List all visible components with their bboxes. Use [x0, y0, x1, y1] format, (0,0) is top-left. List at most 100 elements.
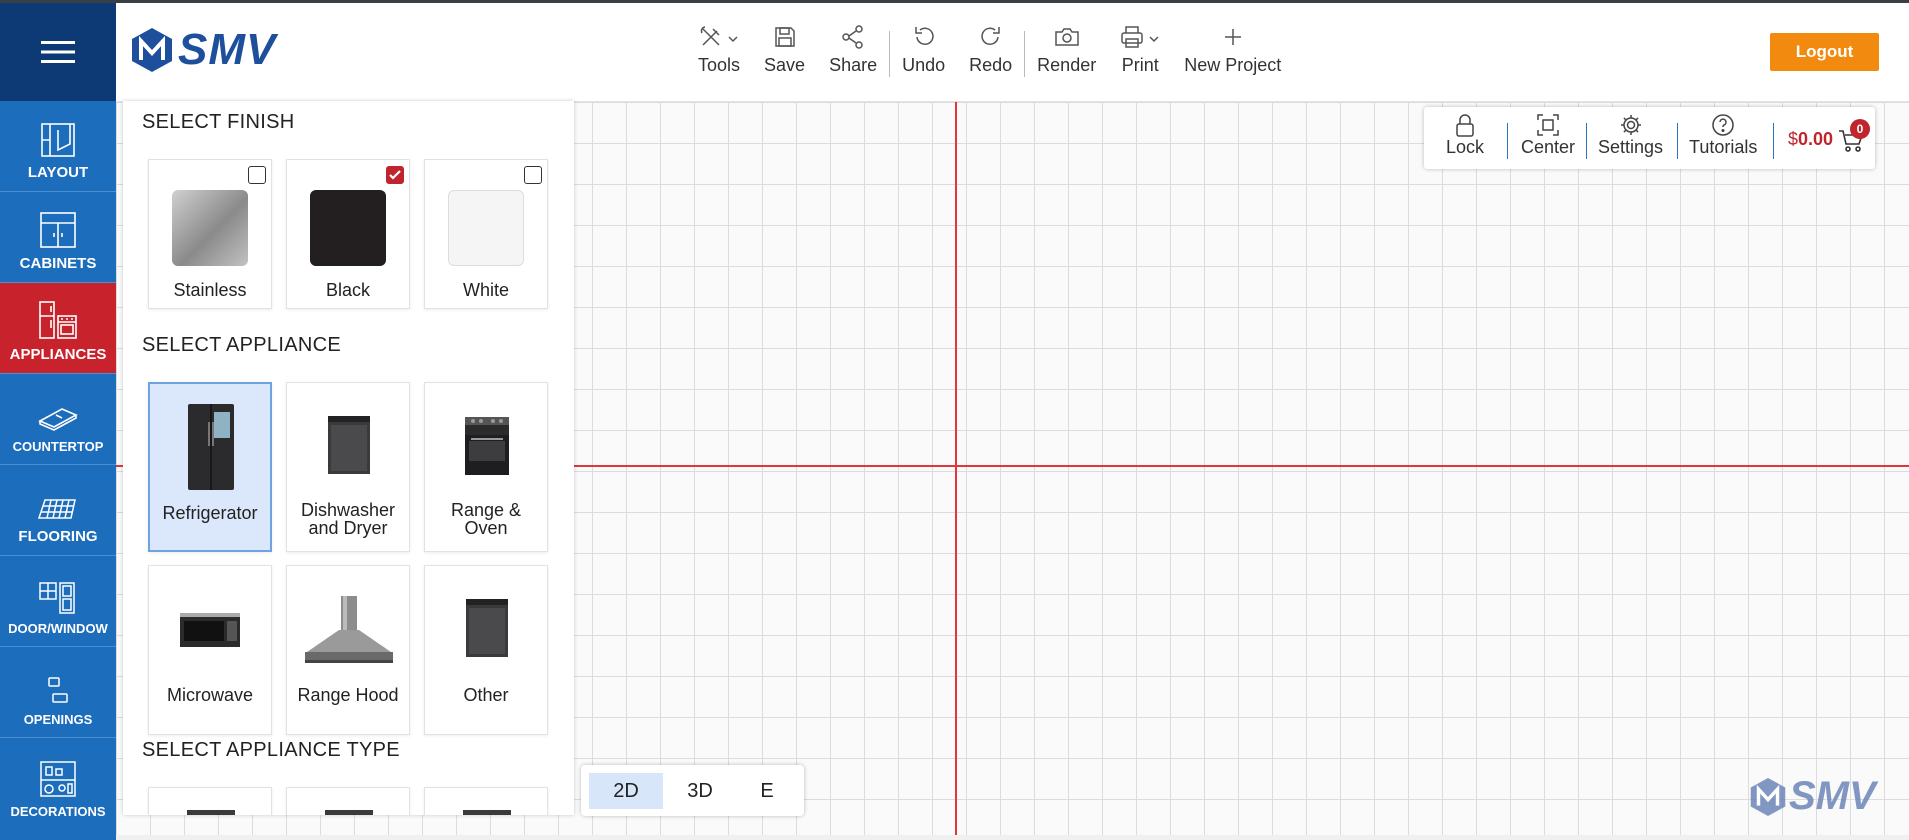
currency-symbol: $ — [1788, 129, 1799, 149]
sidebar-item-flooring[interactable]: FLOORING — [0, 465, 116, 556]
price-value: 0.00 — [1798, 129, 1834, 149]
sidebar-item-countertop[interactable]: COUNTERTOP — [0, 374, 116, 465]
sidebar-item-label: LAYOUT — [27, 164, 89, 181]
finish-card-black[interactable]: Black — [286, 159, 410, 309]
countertop-icon — [38, 408, 78, 431]
tutorials-label: Tutorials — [1689, 137, 1758, 157]
view-elevation-button[interactable]: E — [737, 773, 797, 809]
canvas-vertical-axis — [955, 102, 957, 835]
brand-logo[interactable]: SMV — [130, 25, 276, 75]
tutorials-button[interactable]: Tutorials — [1689, 113, 1757, 158]
select-appliance-type-title: SELECT APPLIANCE TYPE — [142, 739, 400, 761]
sidebar-item-decorations[interactable]: DECORATIONS — [0, 738, 116, 829]
appliance-label: Refrigerator — [162, 503, 258, 523]
print-icon — [1121, 26, 1159, 48]
share-icon — [842, 25, 863, 49]
finish-card-white[interactable]: White — [424, 159, 548, 309]
white-swatch — [448, 190, 524, 266]
stainless-swatch — [172, 190, 248, 266]
save-icon — [774, 27, 795, 47]
appliance-card-refrigerator[interactable]: Refrigerator — [148, 382, 272, 552]
camera-icon — [1054, 28, 1079, 46]
bottom-scroll-area — [116, 835, 1909, 840]
brand-name: SMV — [178, 25, 277, 74]
top-header: SMV Tools Save Share Undo Redo Render Pr… — [116, 3, 1909, 102]
watermark-text: SMV — [1789, 774, 1876, 818]
save-button[interactable]: Save — [752, 25, 817, 85]
sidebar-item-label: OPENINGS — [23, 712, 93, 727]
finish-label: Black — [325, 280, 370, 300]
menu-button[interactable] — [0, 3, 116, 101]
sidebar-item-label: APPLIANCES — [9, 346, 107, 363]
save-label: Save — [764, 55, 806, 75]
new-project-button[interactable]: New Project — [1172, 25, 1293, 85]
appliance-panel: SELECT FINISH Stainless Black White SELE… — [123, 101, 574, 815]
tools-icon — [700, 26, 738, 46]
select-appliance-title: SELECT APPLIANCE — [142, 334, 341, 356]
tools-button[interactable]: Tools — [686, 25, 752, 85]
range-oven-image — [465, 417, 509, 475]
utility-divider — [1773, 123, 1774, 159]
settings-label: Settings — [1598, 137, 1664, 157]
sidebar-item-label: FLOORING — [18, 528, 98, 545]
share-label: Share — [829, 55, 878, 75]
redo-button[interactable]: Redo — [957, 25, 1024, 85]
appliance-label-line2: and Dryer — [308, 518, 388, 538]
sidebar: LAYOUT CABINETS APPLIANCES COUNTERTOP FL… — [0, 3, 116, 840]
finish-label: White — [462, 280, 509, 300]
print-button[interactable]: Print — [1108, 25, 1172, 85]
sidebar-item-label: DECORATIONS — [10, 804, 106, 819]
appliance-card-other[interactable]: Other — [424, 565, 548, 735]
layout-icon — [41, 123, 75, 157]
share-button[interactable]: Share — [817, 25, 889, 85]
lock-button[interactable]: Lock — [1446, 113, 1484, 158]
finish-checkbox[interactable] — [524, 166, 542, 184]
hamburger-icon — [41, 41, 75, 63]
sidebar-item-door-window[interactable]: DOOR/WINDOW — [0, 556, 116, 647]
appliance-card-range-oven[interactable]: Range & Oven — [424, 382, 548, 552]
plus-icon — [1224, 29, 1241, 45]
render-button[interactable]: Render — [1025, 25, 1108, 85]
appliance-type-card[interactable] — [286, 787, 410, 815]
flooring-icon — [37, 499, 76, 519]
settings-button[interactable]: Settings — [1598, 113, 1663, 158]
sidebar-item-openings[interactable]: OPENINGS — [0, 647, 116, 738]
view-2d-button[interactable]: 2D — [589, 773, 663, 809]
smv-logo-icon — [132, 28, 172, 72]
finish-checkbox-checked[interactable] — [386, 166, 404, 184]
appliance-type-image — [187, 810, 235, 815]
view-3d-button[interactable]: 3D — [665, 773, 735, 809]
cart-total[interactable]: $0.00 — [1788, 129, 1833, 150]
openings-icon — [48, 677, 68, 703]
appliance-type-image — [325, 810, 373, 815]
appliance-type-card[interactable] — [424, 787, 548, 815]
cabinet-icon — [40, 212, 76, 248]
lock-icon — [1456, 114, 1474, 137]
center-button[interactable]: Center — [1521, 113, 1575, 158]
finish-checkbox[interactable] — [248, 166, 266, 184]
appliance-icon — [39, 301, 77, 339]
help-icon — [1712, 114, 1734, 136]
dishwasher-image — [328, 416, 370, 474]
logout-button[interactable]: Logout — [1770, 33, 1879, 71]
appliance-type-card[interactable] — [148, 787, 272, 815]
sidebar-item-appliances[interactable]: APPLIANCES — [0, 283, 116, 374]
appliance-card-dishwasher[interactable]: Dishwasher and Dryer — [286, 382, 410, 552]
sidebar-item-layout[interactable]: LAYOUT — [0, 101, 116, 192]
range-hood-image — [305, 596, 393, 663]
print-label: Print — [1121, 55, 1159, 75]
sidebar-item-cabinets[interactable]: CABINETS — [0, 192, 116, 283]
appliance-card-microwave[interactable]: Microwave — [148, 565, 272, 735]
finish-card-stainless[interactable]: Stainless — [148, 159, 272, 309]
tools-label: Tools — [698, 55, 741, 75]
sidebar-item-label: COUNTERTOP — [12, 439, 104, 454]
utility-divider — [1507, 123, 1508, 159]
redo-icon — [980, 27, 1000, 46]
appliance-card-range-hood[interactable]: Range Hood — [286, 565, 410, 735]
sidebar-item-label: DOOR/WINDOW — [8, 621, 108, 636]
smv-watermark-icon — [1750, 777, 1786, 816]
undo-button[interactable]: Undo — [890, 25, 957, 85]
undo-label: Undo — [902, 55, 946, 75]
redo-label: Redo — [969, 55, 1013, 75]
appliance-label: Range Hood — [297, 685, 399, 705]
